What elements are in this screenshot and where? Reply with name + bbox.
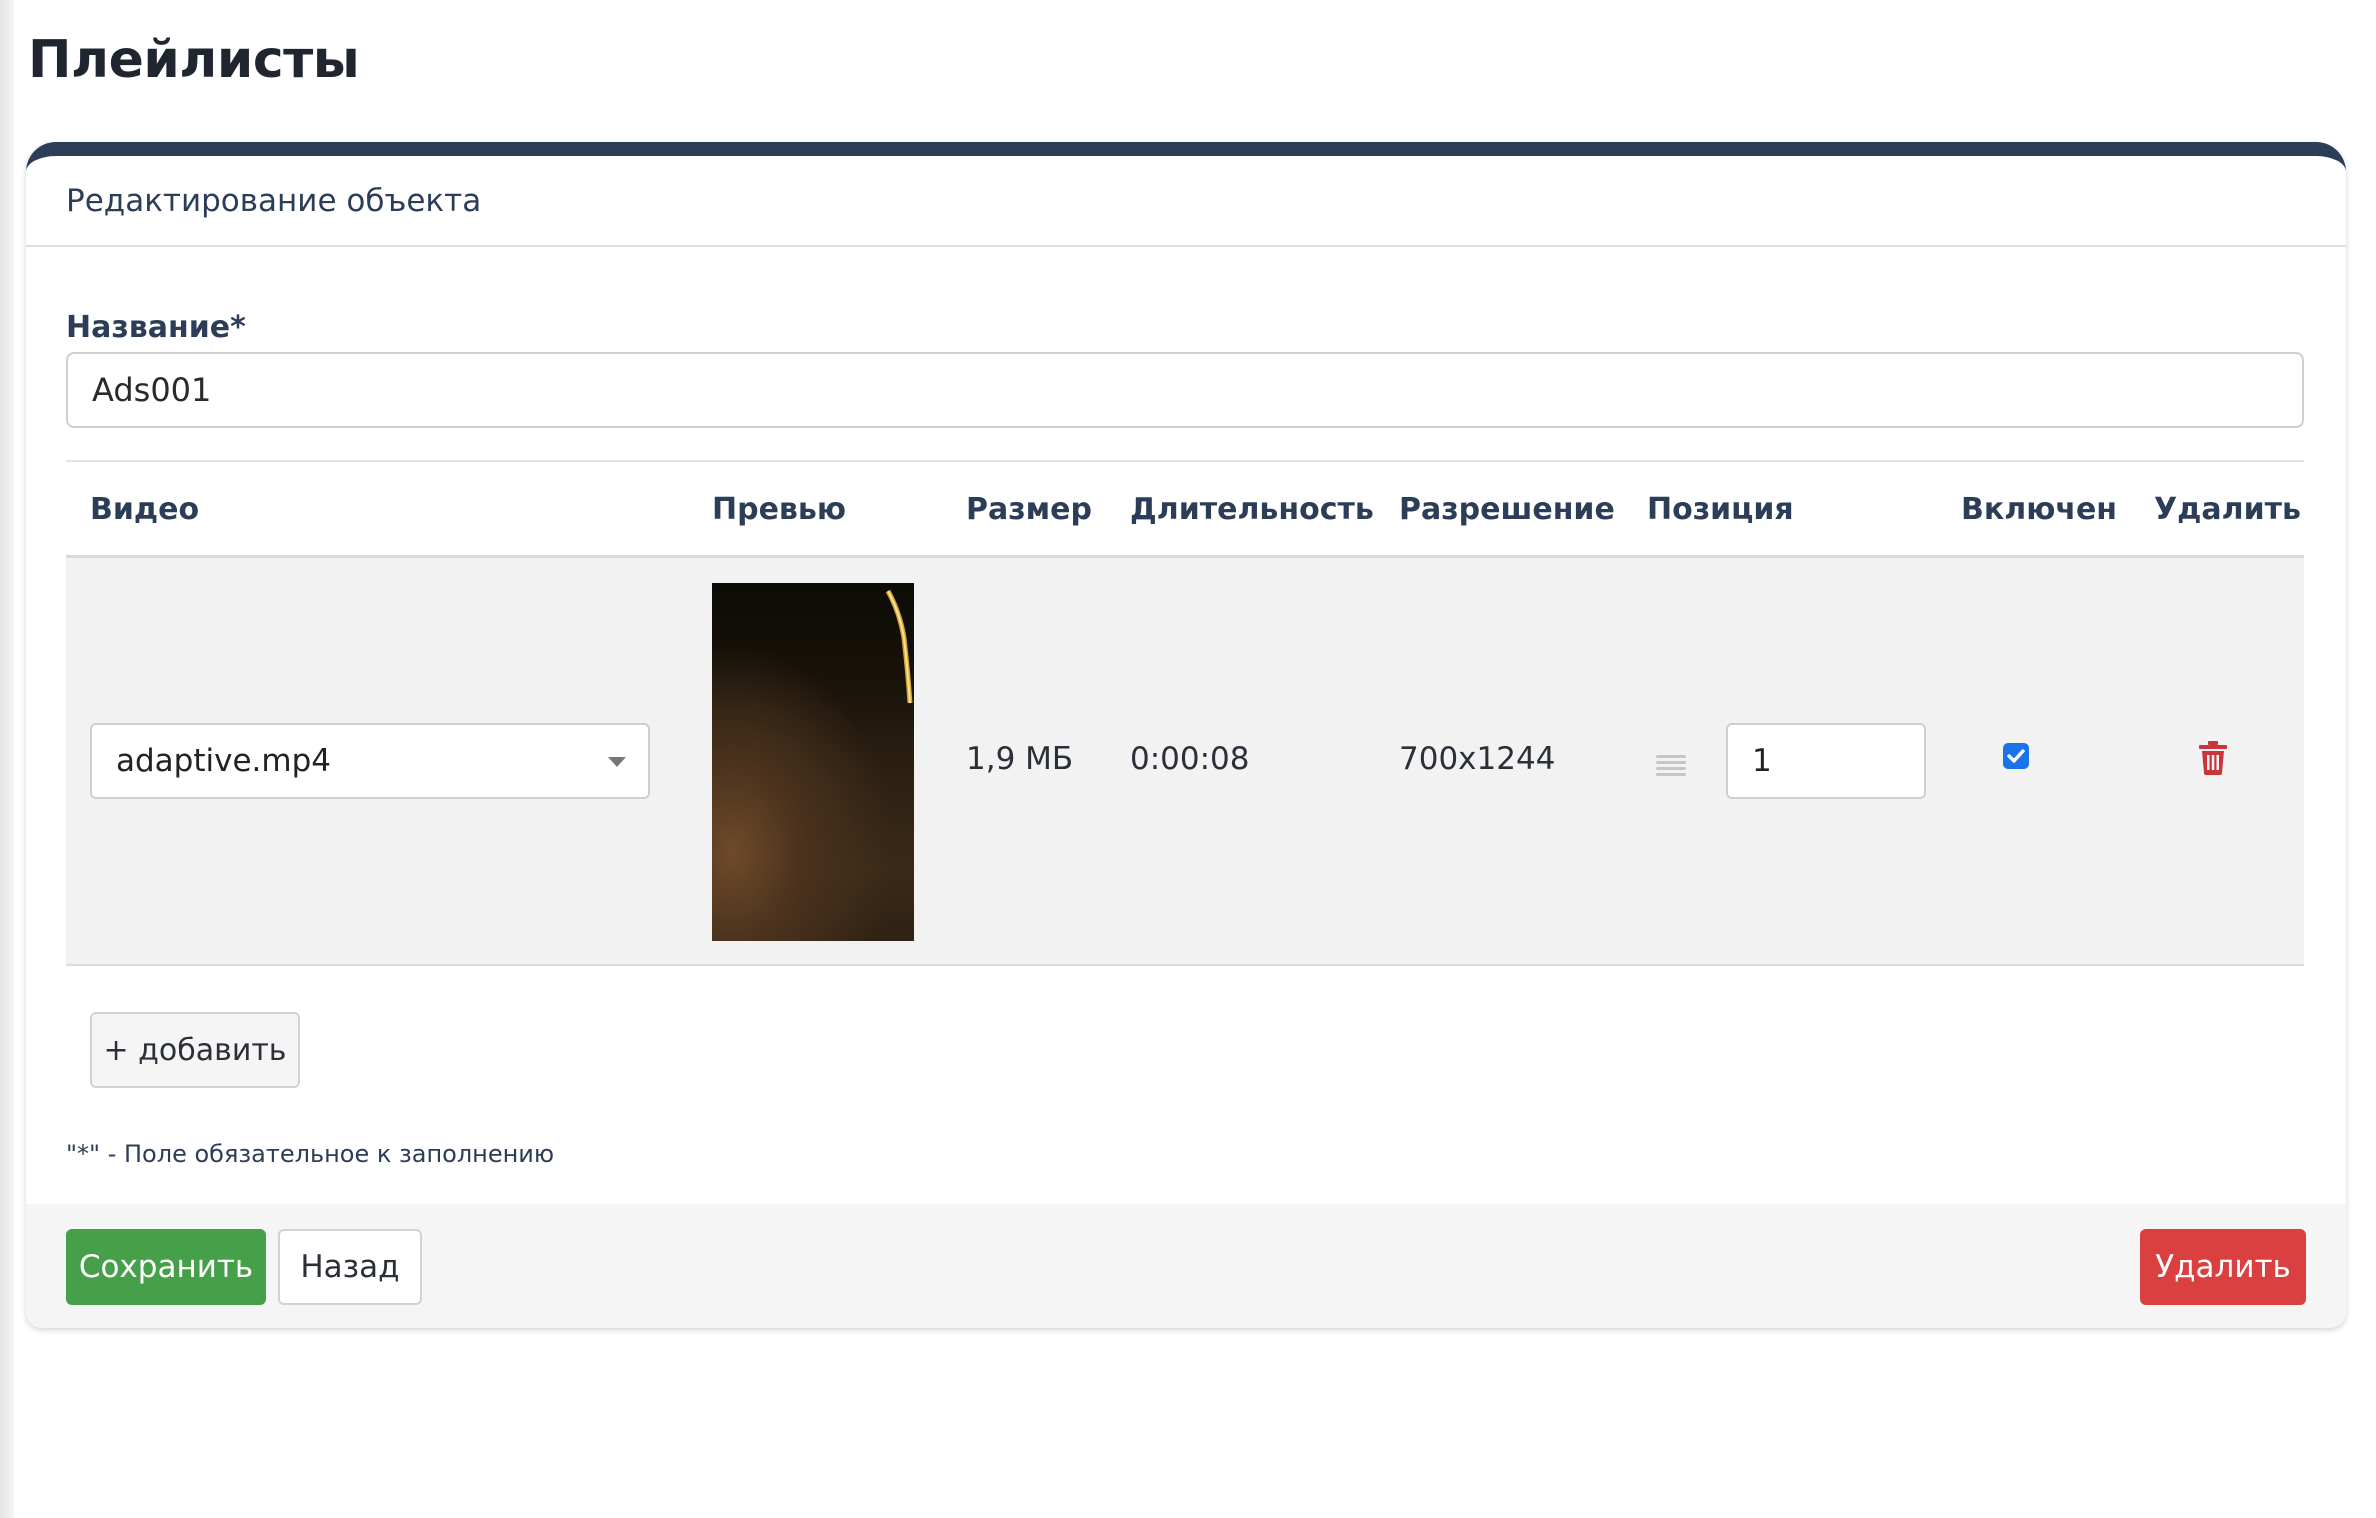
table-row: adaptive.mp4 1,9 МБ 0:00:08 700x1244 [66,558,2304,966]
name-label: Название* [66,310,246,345]
name-input[interactable] [66,352,2304,428]
card-footer: Сохранить Назад Удалить [26,1204,2346,1328]
required-note: "*" - Поле обязательное к заполнению [66,1140,555,1168]
back-button[interactable]: Назад [278,1229,422,1305]
position-input[interactable] [1726,723,1926,799]
add-button[interactable]: + добавить [90,1012,300,1088]
enabled-checkbox[interactable] [2003,743,2029,769]
th-duration: Длительность [1130,492,1374,527]
video-select-value: adaptive.mp4 [116,743,331,779]
drag-handle-icon[interactable] [1656,755,1686,777]
th-preview: Превью [712,492,847,527]
chevron-down-icon [608,757,626,767]
page-title: Плейлисты [28,30,360,90]
save-button[interactable]: Сохранить [66,1229,266,1305]
th-enabled: Включен [1961,492,2118,527]
th-video: Видео [90,492,200,527]
th-position: Позиция [1647,492,1794,527]
video-preview [712,583,914,941]
delete-button[interactable]: Удалить [2140,1229,2306,1305]
table-header: Видео Превью Размер Длительность Разреше… [66,462,2304,558]
left-edge [0,0,14,1518]
card-header-title: Редактирование объекта [66,182,482,219]
cell-size: 1,9 МБ [966,741,1074,777]
th-delete: Удалить [2154,492,2301,527]
th-size: Размер [966,492,1093,527]
cell-resolution: 700x1244 [1399,741,1556,777]
video-select[interactable]: adaptive.mp4 [90,723,650,799]
cell-duration: 0:00:08 [1130,741,1250,777]
th-resolution: Разрешение [1399,492,1615,527]
card-header: Редактирование объекта [26,156,2346,247]
trash-icon[interactable] [2199,741,2227,775]
edit-card: Редактирование объекта Название* Видео П… [26,142,2346,1328]
